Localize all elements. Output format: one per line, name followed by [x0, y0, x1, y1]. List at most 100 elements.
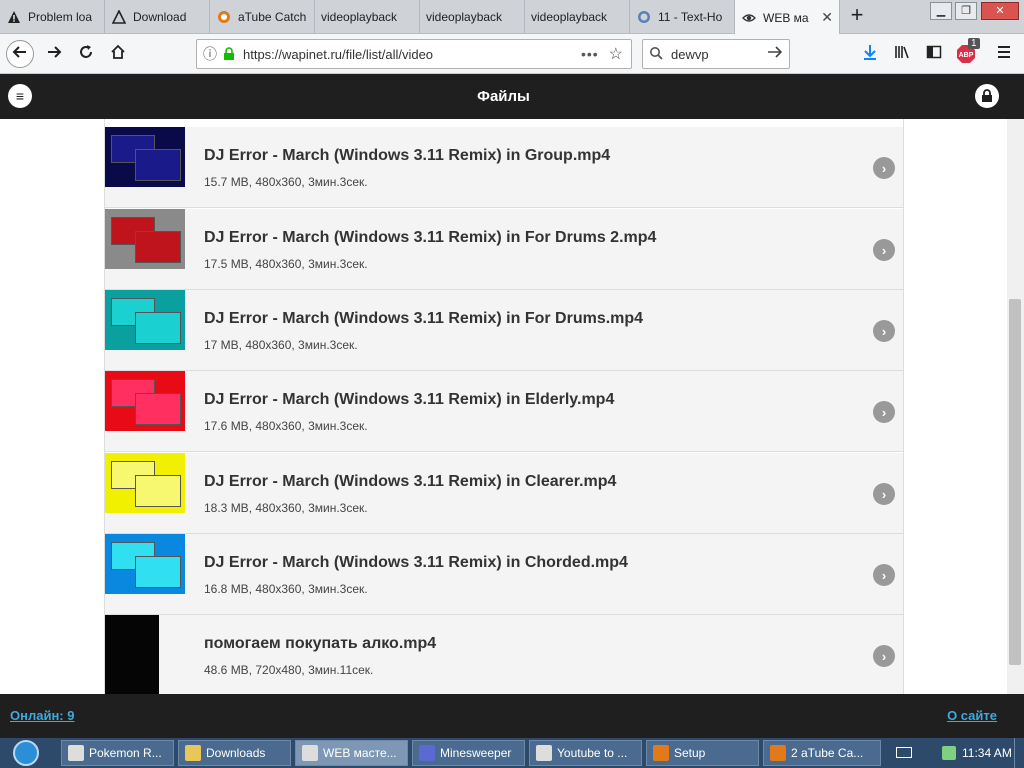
taskbar-item-atube[interactable]: 2 aTube Ca... [763, 740, 881, 766]
taskbar-item-youtube-to[interactable]: Youtube to ... [529, 740, 642, 766]
search-bar[interactable] [642, 39, 790, 69]
info-icon[interactable]: ⓘ [197, 44, 223, 64]
close-tab-icon[interactable]: ✕ [815, 9, 833, 26]
tab-label: aTube Catch [238, 10, 307, 24]
page-actions-icon[interactable]: ••• [581, 46, 599, 62]
file-row[interactable]: DJ Error - March (Windows 3.11 Remix) in… [105, 371, 903, 452]
chevron-right-icon[interactable]: › [873, 483, 895, 505]
reload-icon [78, 44, 94, 65]
tab-label: Download [133, 10, 187, 24]
page-icon [636, 9, 652, 25]
reload-button[interactable] [72, 40, 100, 68]
menu-button[interactable] [990, 40, 1018, 68]
file-name[interactable]: DJ Error - March (Windows 3.11 Remix) in… [204, 391, 614, 409]
video-thumbnail [105, 615, 159, 694]
tab-atube-catcher[interactable]: aTube Catch [210, 0, 315, 34]
svg-text:ABP: ABP [959, 52, 974, 59]
app-icon [302, 745, 318, 761]
search-icon [649, 46, 663, 63]
taskbar-item-web-master[interactable]: WEB масте... [295, 740, 408, 766]
network-icon[interactable] [942, 746, 956, 760]
close-window-button[interactable]: ✕ [981, 2, 1019, 20]
taskbar-item-downloads[interactable]: Downloads [178, 740, 291, 766]
tab-problem-loading[interactable]: Problem loa [0, 0, 105, 34]
thumbnail-window [135, 393, 181, 425]
library-icon [894, 44, 910, 65]
file-name[interactable]: DJ Error - March (Windows 3.11 Remix) in… [204, 147, 610, 165]
maximize-button[interactable]: ❐ [955, 2, 977, 20]
tab-web-master[interactable]: WEB ма ✕ [735, 0, 840, 35]
chevron-right-icon[interactable]: › [873, 401, 895, 423]
home-button[interactable] [104, 40, 132, 68]
file-name[interactable]: DJ Error - March (Windows 3.11 Remix) in… [204, 229, 656, 247]
site-footer: Онлайн: 9 О сайте [0, 694, 1024, 738]
app-icon [536, 745, 552, 761]
file-name[interactable]: DJ Error - March (Windows 3.11 Remix) in… [204, 554, 628, 572]
taskbar-item-label: 2 aTube Ca... [791, 746, 864, 760]
online-link[interactable]: Онлайн: 9 [10, 708, 74, 723]
sidebar-button[interactable] [920, 40, 948, 68]
windows-logo-icon [13, 740, 39, 766]
chevron-right-icon[interactable]: › [873, 239, 895, 261]
chevron-right-icon[interactable]: › [873, 564, 895, 586]
file-row[interactable]: DJ Error - March (Windows 3.11 Remix) in… [105, 209, 903, 290]
tab-videoplayback-3[interactable]: videoplayback [525, 0, 630, 34]
adblock-badge: 1 [968, 38, 980, 49]
lock-icon [223, 47, 237, 61]
tab-label: Problem loa [28, 10, 93, 24]
scrollbar[interactable] [1007, 119, 1024, 694]
about-link[interactable]: О сайте [947, 708, 997, 723]
tab-text-ho[interactable]: 11 - Text-Ho [630, 0, 735, 34]
lock-icon[interactable] [975, 84, 999, 108]
minimize-button[interactable]: ▁ [930, 2, 952, 20]
scrollbar-thumb[interactable] [1009, 299, 1021, 665]
file-row[interactable]: DJ Error - March (Windows 3.11 Remix) in… [105, 453, 903, 534]
clock[interactable]: 11:34 AM [962, 746, 1012, 760]
search-input[interactable] [671, 46, 753, 62]
thumbnail-window [135, 312, 181, 344]
downloads-button[interactable] [856, 40, 884, 68]
navigation-toolbar: ⓘ https://wapinet.ru/file/list/all/video… [0, 34, 1024, 74]
file-meta: 17.6 MB, 480x360, 3мин.3сек. [204, 419, 368, 433]
tab-videoplayback-1[interactable]: videoplayback [315, 0, 420, 34]
video-thumbnail [105, 209, 185, 269]
taskbar-item-label: Setup [674, 746, 706, 760]
show-desktop-button[interactable] [1014, 738, 1024, 768]
bookmark-star-icon[interactable]: ☆ [609, 44, 623, 64]
chevron-right-icon[interactable]: › [873, 645, 895, 667]
back-button[interactable] [6, 40, 34, 68]
tab-download[interactable]: Download [105, 0, 210, 34]
start-button[interactable] [2, 738, 50, 768]
new-tab-button[interactable]: + [846, 4, 868, 27]
file-meta: 15.7 MB, 480x360, 3мин.3сек. [204, 175, 368, 189]
atube-icon [216, 9, 232, 25]
chevron-right-icon[interactable]: › [873, 157, 895, 179]
taskbar-item-minesweeper[interactable]: Minesweeper [412, 740, 525, 766]
forward-button[interactable] [40, 40, 68, 68]
app-icon [68, 745, 84, 761]
address-bar[interactable]: ⓘ https://wapinet.ru/file/list/all/video… [196, 39, 632, 69]
video-thumbnail [105, 534, 185, 594]
file-row[interactable]: DJ Error - March (Windows 3.11 Remix) in… [105, 534, 903, 615]
taskbar-item-setup[interactable]: Setup [646, 740, 759, 766]
chevron-right-icon[interactable]: › [873, 320, 895, 342]
file-name[interactable]: DJ Error - March (Windows 3.11 Remix) in… [204, 310, 643, 328]
file-row[interactable]: DJ Error - March (Windows 3.11 Remix) in… [105, 290, 903, 371]
taskbar-item-label: WEB масте... [323, 746, 397, 760]
library-button[interactable] [888, 40, 916, 68]
search-go-icon[interactable] [767, 45, 783, 64]
adblock-button[interactable]: ABP 1 [952, 38, 980, 68]
keyboard-icon[interactable] [896, 747, 912, 758]
file-name[interactable]: помогаем покупать алко.mp4 [204, 635, 436, 653]
home-icon [110, 44, 126, 65]
video-thumbnail [105, 453, 185, 513]
eye-icon [741, 10, 757, 26]
file-row[interactable]: DJ Error - March (Windows 3.11 Remix) in… [105, 127, 903, 208]
tab-label: 11 - Text-Ho [658, 10, 723, 24]
url-text: https://wapinet.ru/file/list/all/video [243, 46, 434, 62]
file-row[interactable]: помогаем покупать алко.mp4 48.6 MB, 720x4… [105, 615, 903, 694]
taskbar-item-pokemon[interactable]: Pokemon R... [61, 740, 174, 766]
tab-videoplayback-2[interactable]: videoplayback [420, 0, 525, 34]
arrow-right-icon [46, 44, 62, 65]
file-name[interactable]: DJ Error - March (Windows 3.11 Remix) in… [204, 473, 616, 491]
